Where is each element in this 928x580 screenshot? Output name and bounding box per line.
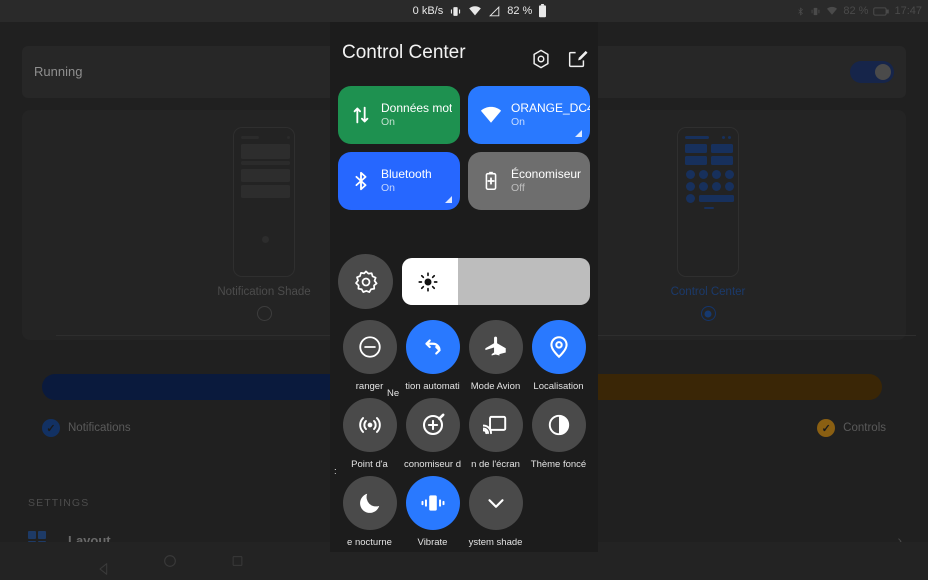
signal-icon xyxy=(488,5,501,18)
quick-toggle-row-1: ranger Ne tion automati Mode Avion Local… xyxy=(338,320,590,399)
quick-toggle-system-shade[interactable]: ystem shade xyxy=(464,476,527,554)
home-icon[interactable] xyxy=(162,553,178,569)
quick-toggle-label: : xyxy=(334,466,337,477)
radio-control-center[interactable] xyxy=(700,306,716,321)
quick-toggle-auto-rotate[interactable]: tion automati xyxy=(401,320,464,398)
wifi-icon xyxy=(468,4,482,18)
quick-toggle-screen-cast[interactable]: n de l'écran xyxy=(464,398,527,476)
status-bar: 0 kB/s 82 % 82 % 17:47 xyxy=(0,0,928,22)
edit-icon[interactable] xyxy=(566,48,588,70)
airplane-icon xyxy=(468,320,523,374)
auto-brightness-icon[interactable] xyxy=(338,254,393,309)
brightness-slider[interactable] xyxy=(402,258,590,305)
auto-rotate-icon xyxy=(405,320,460,374)
tile-wifi[interactable]: ORANGE_DC4 On xyxy=(468,86,590,144)
tile-battery-saver[interactable]: Économiseur Off xyxy=(468,152,590,210)
tile-state: On xyxy=(381,115,396,128)
expand-corner-icon[interactable] xyxy=(445,196,452,203)
page-title: Control Center xyxy=(342,42,466,63)
wifi-icon xyxy=(826,5,838,17)
vibrate-icon xyxy=(810,6,821,17)
quick-toggle-dark-theme[interactable]: Thème foncé xyxy=(527,398,590,476)
battery-percent-text: 82 % xyxy=(507,5,533,17)
settings-gear-icon[interactable] xyxy=(530,48,552,70)
check-icon: ✓ xyxy=(42,419,60,437)
quick-toggle-label: Vibrate xyxy=(417,537,448,548)
brightness-sun-icon xyxy=(418,271,438,292)
quick-toggle-vibrate[interactable]: Vibrate xyxy=(401,476,464,554)
vibrate-icon xyxy=(449,5,462,18)
quick-toggle-label: conomiseur d xyxy=(403,459,462,470)
quick-toggle-airplane-mode[interactable]: Mode Avion xyxy=(464,320,527,398)
control-center-panel: Control Center Données mot On ORANGE_DC4… xyxy=(330,22,598,552)
running-toggle[interactable] xyxy=(850,61,894,83)
dark-theme-icon xyxy=(531,398,586,452)
phone-mockup-control-center xyxy=(677,127,739,277)
quick-toggle-do-not-disturb[interactable]: ranger xyxy=(338,320,401,398)
clock-text: 17:47 xyxy=(894,5,922,17)
tile-bluetooth[interactable]: Bluetooth On xyxy=(338,152,460,210)
location-icon xyxy=(531,320,586,374)
night-mode-icon xyxy=(342,476,397,530)
quick-toggle-label: tion automati xyxy=(405,381,460,392)
wifi-icon xyxy=(480,104,502,126)
quick-toggle-location[interactable]: Localisation xyxy=(527,320,590,398)
settings-section-header: SETTINGS xyxy=(28,497,90,509)
status-bar-left xyxy=(0,0,330,22)
tile-label: ORANGE_DC4 xyxy=(511,100,590,115)
mode-title-control-center: Control Center xyxy=(670,286,746,298)
do-not-disturb-icon xyxy=(342,320,397,374)
legend-label: Controls xyxy=(843,422,886,434)
quick-toggle-label: ystem shade xyxy=(468,537,523,548)
hotspot-icon xyxy=(342,398,397,452)
cast-icon xyxy=(468,398,523,452)
quick-toggle-night-mode[interactable]: e nocturne xyxy=(338,476,401,554)
brightness-row xyxy=(338,254,590,309)
bluetooth-icon xyxy=(350,170,372,192)
tile-state: On xyxy=(381,181,396,194)
radio-notification-shade[interactable] xyxy=(256,306,272,321)
recents-icon[interactable] xyxy=(230,554,245,569)
tile-label: Économiseur xyxy=(511,166,582,181)
quick-settings-tiles: Données mot On ORANGE_DC4 On Bluetooth O… xyxy=(338,86,590,210)
quick-toggle-label: Localisation xyxy=(533,381,584,392)
tile-label: Bluetooth xyxy=(381,166,432,181)
tile-mobile-data[interactable]: Données mot On xyxy=(338,86,460,144)
toggle-knob xyxy=(875,64,891,80)
tile-state: Off xyxy=(511,181,525,194)
battery-percent-text: 82 % xyxy=(843,5,869,17)
status-bar-right: 82 % 17:47 xyxy=(796,0,922,22)
quick-toggle-label: Point d'a xyxy=(351,459,388,470)
phone-mockup-notification-shade xyxy=(233,127,295,277)
network-speed-text: 0 kB/s xyxy=(412,5,444,17)
chevron-down-icon xyxy=(468,476,523,530)
bluetooth-icon xyxy=(796,5,805,18)
quick-toggle-label: n de l'écran xyxy=(471,459,520,470)
status-bar-center: 0 kB/s 82 % xyxy=(330,0,630,22)
check-icon: ✓ xyxy=(817,419,836,437)
running-label: Running xyxy=(34,64,83,79)
tile-label: Données mot xyxy=(381,100,453,115)
legend-label: Notifications xyxy=(68,422,131,434)
expand-corner-icon[interactable] xyxy=(575,130,582,137)
vibrate-icon xyxy=(405,476,460,530)
tile-state: On xyxy=(511,115,526,128)
quick-toggle-label: e nocturne xyxy=(347,537,392,548)
battery-icon xyxy=(873,6,890,16)
data-saver-icon xyxy=(405,398,460,452)
battery-icon xyxy=(538,4,547,18)
mode-option-control-center[interactable]: Control Center xyxy=(598,110,818,321)
quick-toggle-label: Thème foncé xyxy=(530,459,587,470)
legend-controls: ✓ Controls xyxy=(817,419,886,437)
quick-toggle-hotspot[interactable]: Point d'a xyxy=(338,398,401,476)
back-icon[interactable] xyxy=(96,553,108,575)
quick-toggle-label: Mode Avion xyxy=(470,381,521,392)
battery-saver-icon xyxy=(480,170,502,192)
quick-toggle-row-2: : Point d'a conomiseur d n de l'écran Th… xyxy=(334,398,590,477)
quick-toggle-row-3: e nocturne Vibrate ystem shade xyxy=(338,476,590,554)
legend-notifications: ✓ Notifications xyxy=(42,419,131,437)
quick-toggle-data-saver[interactable]: conomiseur d xyxy=(401,398,464,476)
mobile-data-icon xyxy=(350,104,372,126)
screen-root: 0 kB/s 82 % 82 % 17:47 Running Notificat… xyxy=(0,0,928,580)
